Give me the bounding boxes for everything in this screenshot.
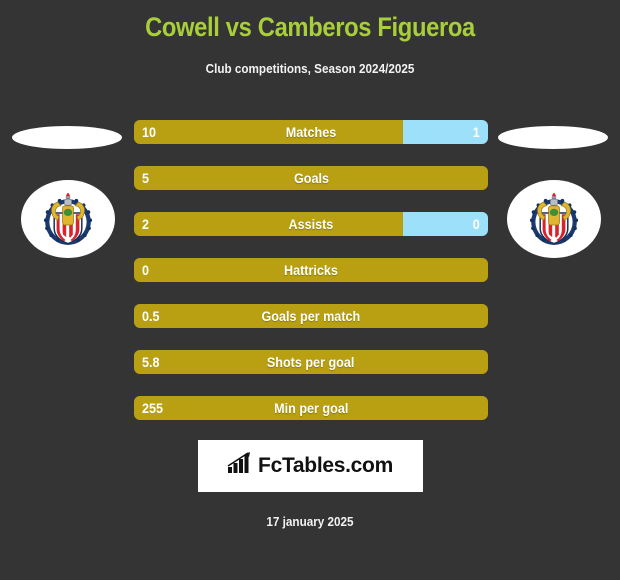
stat-bar: 5.8 bbox=[134, 350, 488, 374]
page-footer: FcTables.com 17 january 2025 bbox=[0, 440, 620, 529]
page-header: Cowell vs Camberos Figueroa Club competi… bbox=[0, 0, 620, 76]
right-player-panel bbox=[486, 120, 620, 420]
stat-bar: 0 bbox=[134, 258, 488, 282]
stat-bar: 10 1 bbox=[134, 120, 488, 144]
stat-home-value: 5.8 bbox=[142, 354, 160, 370]
stat-bar-home-segment: 5 bbox=[134, 166, 488, 190]
right-club-crest bbox=[507, 180, 601, 258]
stat-bar-home-segment: 255 bbox=[134, 396, 488, 420]
stat-away-value: 1 bbox=[472, 124, 480, 140]
stat-bar-home-segment: 2 bbox=[134, 212, 404, 236]
right-player-photo bbox=[498, 126, 608, 149]
stat-home-value: 0 bbox=[142, 262, 150, 278]
stat-bar-away-segment: 0 bbox=[403, 212, 488, 236]
stat-bar-home-segment: 5.8 bbox=[134, 350, 488, 374]
stat-home-value: 5 bbox=[142, 170, 150, 186]
stat-row: 5 Goals bbox=[134, 166, 488, 190]
stat-bar: 5 bbox=[134, 166, 488, 190]
page-subtitle: Club competitions, Season 2024/2025 bbox=[205, 61, 415, 76]
stats-list: 10 1 Matches 5 Goals 2 0 Assists 0 Hattr… bbox=[134, 120, 488, 442]
stat-row: 10 1 Matches bbox=[134, 120, 488, 144]
stat-home-value: 10 bbox=[142, 124, 157, 140]
stat-bar-away-segment: 1 bbox=[403, 120, 488, 144]
stat-home-value: 2 bbox=[142, 216, 150, 232]
fctables-logo-text: FcTables.com bbox=[258, 453, 393, 477]
stat-bar: 255 bbox=[134, 396, 488, 420]
stat-bar-home-segment: 0.5 bbox=[134, 304, 488, 328]
stat-home-value: 255 bbox=[142, 400, 164, 416]
page-title: Cowell vs Camberos Figueroa bbox=[145, 12, 475, 42]
stat-row: 0 Hattricks bbox=[134, 258, 488, 282]
left-player-panel bbox=[0, 120, 134, 420]
stat-row: 255 Min per goal bbox=[134, 396, 488, 420]
stat-away-value: 0 bbox=[472, 216, 480, 232]
left-player-photo bbox=[12, 126, 122, 149]
stat-bar-home-segment: 0 bbox=[134, 258, 488, 282]
comparison-area: 10 1 Matches 5 Goals 2 0 Assists 0 Hattr… bbox=[0, 120, 620, 420]
stat-bar: 0.5 bbox=[134, 304, 488, 328]
fctables-logo[interactable]: FcTables.com bbox=[197, 440, 423, 492]
bar-chart-growth-icon bbox=[227, 451, 253, 480]
stat-row: 5.8 Shots per goal bbox=[134, 350, 488, 374]
stat-row: 2 0 Assists bbox=[134, 212, 488, 236]
left-club-crest bbox=[21, 180, 115, 258]
stat-bar: 2 0 bbox=[134, 212, 488, 236]
stat-row: 0.5 Goals per match bbox=[134, 304, 488, 328]
footer-date: 17 january 2025 bbox=[266, 514, 354, 529]
stat-home-value: 0.5 bbox=[142, 308, 160, 324]
stat-bar-home-segment: 10 bbox=[134, 120, 404, 144]
